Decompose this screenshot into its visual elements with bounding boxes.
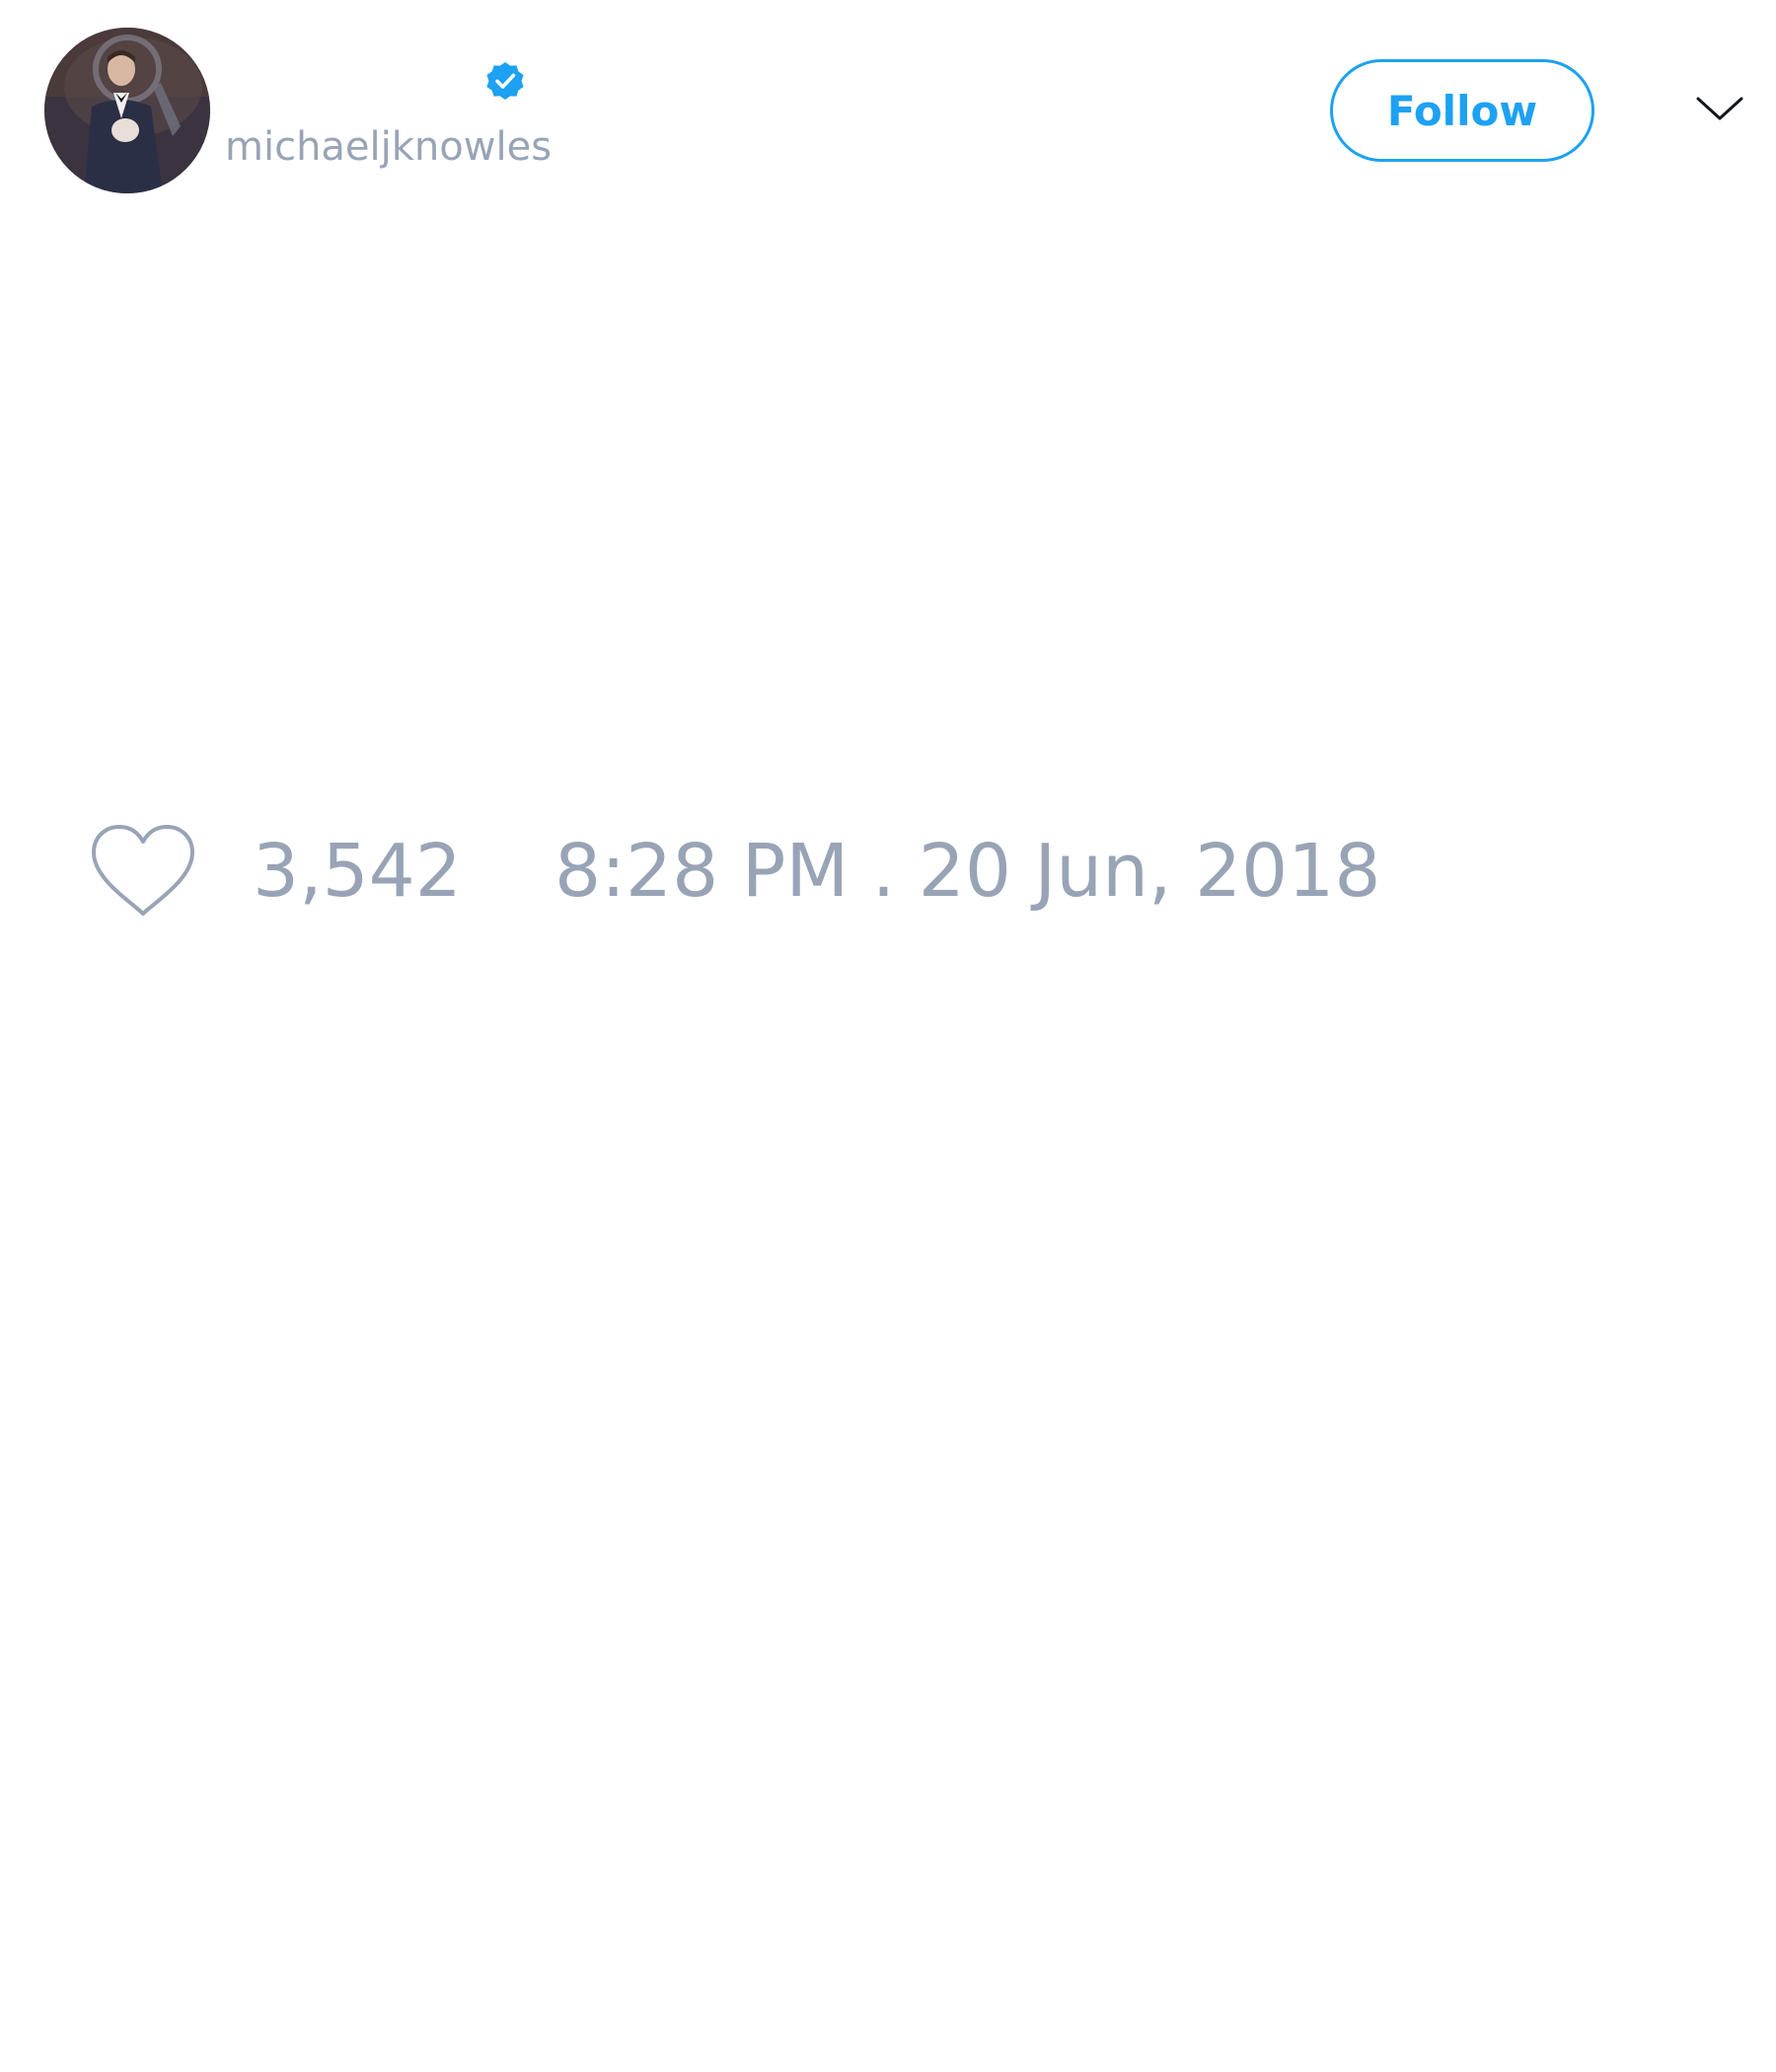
tweet-timestamp[interactable]: 8:28 PM . 20 Jun, 2018 <box>555 827 1380 916</box>
avatar-image <box>44 28 210 193</box>
chevron-down-icon[interactable] <box>1695 91 1744 126</box>
follow-button[interactable]: Follow <box>1330 59 1594 162</box>
tweet-card: michaeljknowles Follow 3,542 8:28 PM . 2… <box>0 0 1776 2072</box>
like-count[interactable]: 3,542 <box>253 827 462 916</box>
avatar[interactable] <box>44 28 210 193</box>
verified-badge-icon <box>486 62 524 100</box>
user-handle[interactable]: michaeljknowles <box>225 124 552 170</box>
heart-icon[interactable] <box>89 823 197 922</box>
